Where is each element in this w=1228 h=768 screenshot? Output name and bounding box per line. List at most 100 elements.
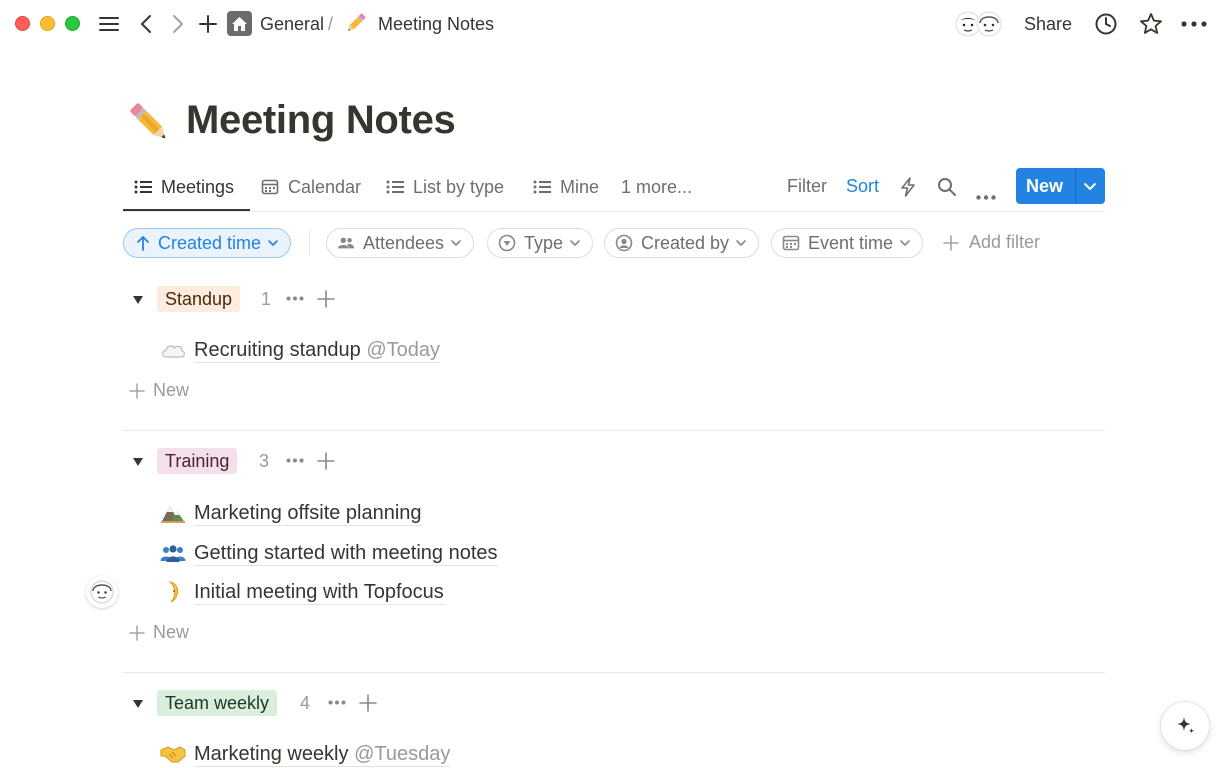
minimize-window-button[interactable] — [40, 16, 55, 31]
automation-lightning-icon[interactable] — [900, 177, 916, 202]
group-add-plus-icon[interactable] — [317, 290, 335, 308]
group-count: 4 — [300, 693, 311, 713]
group-count: 1 — [261, 289, 272, 309]
item-date: @Today — [366, 338, 441, 361]
page-title[interactable]: Meeting Notes — [186, 98, 456, 143]
share-button[interactable]: Share — [1024, 14, 1072, 35]
sort-button[interactable]: Sort — [846, 176, 879, 197]
group-count: 3 — [259, 451, 270, 471]
sort-chip-created-time[interactable]: Created time — [123, 228, 292, 258]
tab-label: Meetings — [161, 176, 235, 197]
new-row-label: New — [153, 622, 190, 642]
search-icon[interactable] — [937, 177, 957, 202]
page-icon[interactable] — [125, 98, 175, 148]
window-toolbar: General / Meeting Notes Share — [0, 0, 1228, 48]
home-icon[interactable] — [227, 11, 252, 36]
sort-chip-label: Created time — [158, 232, 262, 253]
item-title: Recruiting standup — [194, 338, 361, 361]
chevron-down-icon[interactable] — [1082, 178, 1098, 199]
group-add-plus-icon[interactable] — [317, 452, 335, 470]
collapse-triangle-icon[interactable] — [132, 455, 144, 467]
collapse-triangle-icon[interactable] — [132, 293, 144, 305]
breadcrumb-page[interactable]: Meeting Notes — [378, 14, 494, 35]
item-title: Getting started with meeting notes — [194, 541, 498, 566]
filter-chip-label: Created by — [641, 232, 730, 253]
more-views-label: 1 more... — [621, 176, 693, 197]
ai-assistant-sparkle-icon[interactable] — [1161, 702, 1209, 750]
filter-chip-attendees[interactable]: Attendees — [326, 228, 475, 258]
collaborator-avatars[interactable] — [951, 10, 1005, 38]
list-item[interactable]: Recruiting standup @Today — [160, 336, 441, 364]
select-icon — [498, 234, 516, 252]
plus-icon — [129, 382, 145, 399]
tab-list-by-type[interactable]: List by type — [386, 176, 504, 198]
filter-chip-created-by[interactable]: Created by — [604, 228, 760, 258]
tab-meetings[interactable]: Meetings — [134, 176, 234, 198]
group-tag-training[interactable]: Training — [157, 448, 238, 474]
filter-chip-label: Event time — [808, 232, 894, 253]
add-filter-label: Add filter — [969, 232, 1041, 252]
more-options-icon[interactable] — [1180, 10, 1208, 38]
tab-label: List by type — [413, 176, 505, 197]
add-new-row-button[interactable]: New — [129, 622, 189, 643]
favorite-star-icon[interactable] — [1137, 10, 1165, 38]
tab-mine[interactable]: Mine — [533, 176, 599, 198]
list-item[interactable]: Getting started with meeting notes — [160, 539, 498, 567]
list-item[interactable]: Marketing weekly @Tuesday — [160, 740, 451, 768]
calendar-icon — [261, 178, 279, 196]
item-title: Marketing offsite planning — [194, 501, 422, 526]
back-arrow-icon[interactable] — [132, 10, 160, 38]
item-title: Initial meeting with Topfocus — [194, 580, 444, 605]
chip-divider — [309, 230, 310, 256]
item-title-line: Recruiting standup @Today — [194, 338, 441, 363]
mountain-icon — [160, 500, 186, 526]
tab-label: Mine — [560, 176, 600, 197]
more-views-button[interactable]: 1 more... — [621, 176, 692, 198]
group-divider — [123, 430, 1105, 431]
avatar[interactable] — [86, 576, 118, 608]
forward-arrow-icon[interactable] — [164, 10, 192, 38]
new-button-divider — [1075, 168, 1076, 204]
add-filter-button[interactable]: Add filter — [942, 232, 1040, 253]
new-record-button[interactable]: New — [1016, 168, 1105, 204]
people-icon — [337, 234, 355, 252]
chevron-down-icon — [449, 236, 463, 250]
group-add-plus-icon[interactable] — [359, 694, 377, 712]
pencil-icon — [342, 9, 370, 37]
group-more-icon[interactable] — [286, 450, 304, 468]
maximize-window-button[interactable] — [65, 16, 80, 31]
view-more-options-icon[interactable] — [976, 184, 996, 205]
filter-chip-label: Type — [524, 232, 564, 253]
sidebar-menu-icon[interactable] — [95, 10, 123, 38]
new-page-plus-icon[interactable] — [194, 10, 222, 38]
chevron-down-icon — [898, 236, 912, 250]
person-icon — [615, 234, 633, 252]
new-row-label: New — [153, 380, 190, 400]
item-title-line: Marketing weekly @Tuesday — [194, 742, 451, 767]
list-item[interactable]: Initial meeting with Topfocus — [160, 578, 444, 606]
group-more-icon[interactable] — [328, 692, 346, 710]
tab-label: Calendar — [288, 176, 362, 197]
group-tag-standup[interactable]: Standup — [157, 286, 241, 312]
add-new-row-button[interactable]: New — [129, 380, 189, 401]
filter-chip-type[interactable]: Type — [487, 228, 594, 258]
group-tag-team-weekly[interactable]: Team weekly — [157, 690, 278, 716]
list-icon — [386, 178, 404, 196]
item-date: @Tuesday — [354, 742, 451, 765]
plus-icon — [129, 624, 145, 641]
breadcrumb-workspace[interactable]: General — [260, 14, 324, 35]
people-icon — [160, 540, 186, 566]
cloud-icon — [160, 337, 186, 363]
chevron-down-icon — [266, 236, 280, 250]
history-clock-icon[interactable] — [1092, 10, 1120, 38]
close-window-button[interactable] — [15, 16, 30, 31]
tab-calendar[interactable]: Calendar — [261, 176, 361, 198]
group-more-icon[interactable] — [286, 288, 304, 306]
new-button-label: New — [1026, 176, 1064, 196]
filter-chip-event-time[interactable]: Event time — [771, 228, 924, 258]
list-item[interactable]: Marketing offsite planning — [160, 499, 422, 527]
filter-button[interactable]: Filter — [787, 176, 827, 197]
calendar-icon — [782, 234, 800, 252]
filter-chip-label: Attendees — [363, 232, 445, 253]
collapse-triangle-icon[interactable] — [132, 697, 144, 709]
